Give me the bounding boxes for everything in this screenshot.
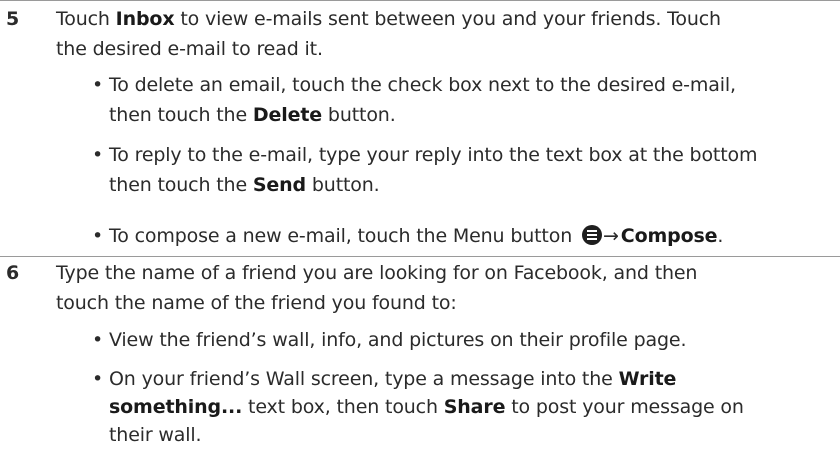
top-divider (0, 0, 840, 1)
compose-label: Compose (620, 225, 718, 247)
something-label: something... (109, 396, 243, 418)
share-label: Share (443, 396, 506, 418)
step-line: Touch Inbox to view e-mails sent between… (56, 8, 721, 30)
bullet-text: On your friend’s Wall screen, type a mes… (109, 368, 744, 446)
delete-label: Delete (252, 104, 323, 126)
bullet-dot: • (92, 225, 104, 247)
inbox-label: Inbox (115, 8, 175, 30)
step-number: 6 (6, 262, 20, 284)
step-number: 5 (6, 8, 20, 30)
step-line: the desired e-mail to read it. (56, 38, 323, 60)
manual-page: 5 Touch Inbox to view e-mails sent betwe… (0, 0, 840, 455)
bullet-text: To delete an email, touch the check box … (109, 74, 736, 126)
bullet-dot: • (92, 74, 104, 96)
bullet-text: To reply to the e-mail, type your reply … (109, 144, 758, 196)
step-text: Touch Inbox to view e-mails sent between… (56, 5, 836, 63)
bullet-dot: • (92, 144, 104, 166)
bullet-dot: • (92, 329, 104, 351)
menu-icon (582, 225, 602, 245)
write-label: Write (618, 368, 677, 390)
arrow-right-icon: → (603, 225, 619, 247)
bullet-text: View the friend’s wall, info, and pictur… (109, 329, 687, 351)
bullet-text: To compose a new e-mail, touch the Menu … (109, 225, 724, 247)
step-text: Type the name of a friend you are lookin… (56, 262, 698, 314)
step-divider (0, 256, 840, 257)
send-label: Send (252, 174, 306, 196)
bullet-dot: • (92, 368, 104, 390)
